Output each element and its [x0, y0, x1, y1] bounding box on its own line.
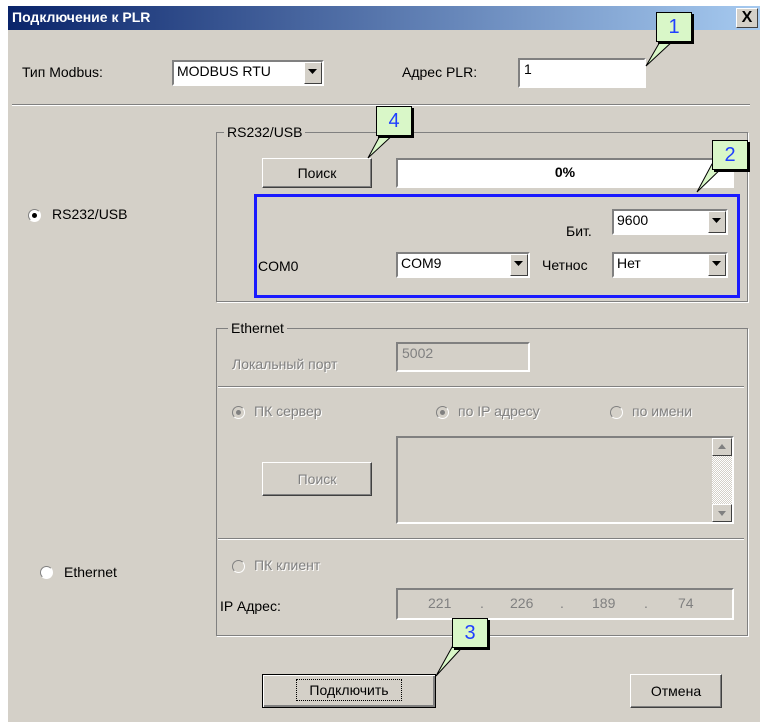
callout-1: 1 [656, 12, 692, 42]
callout-4: 4 [376, 106, 412, 136]
callout-3: 3 [452, 618, 488, 648]
callout-2: 2 [712, 140, 748, 170]
